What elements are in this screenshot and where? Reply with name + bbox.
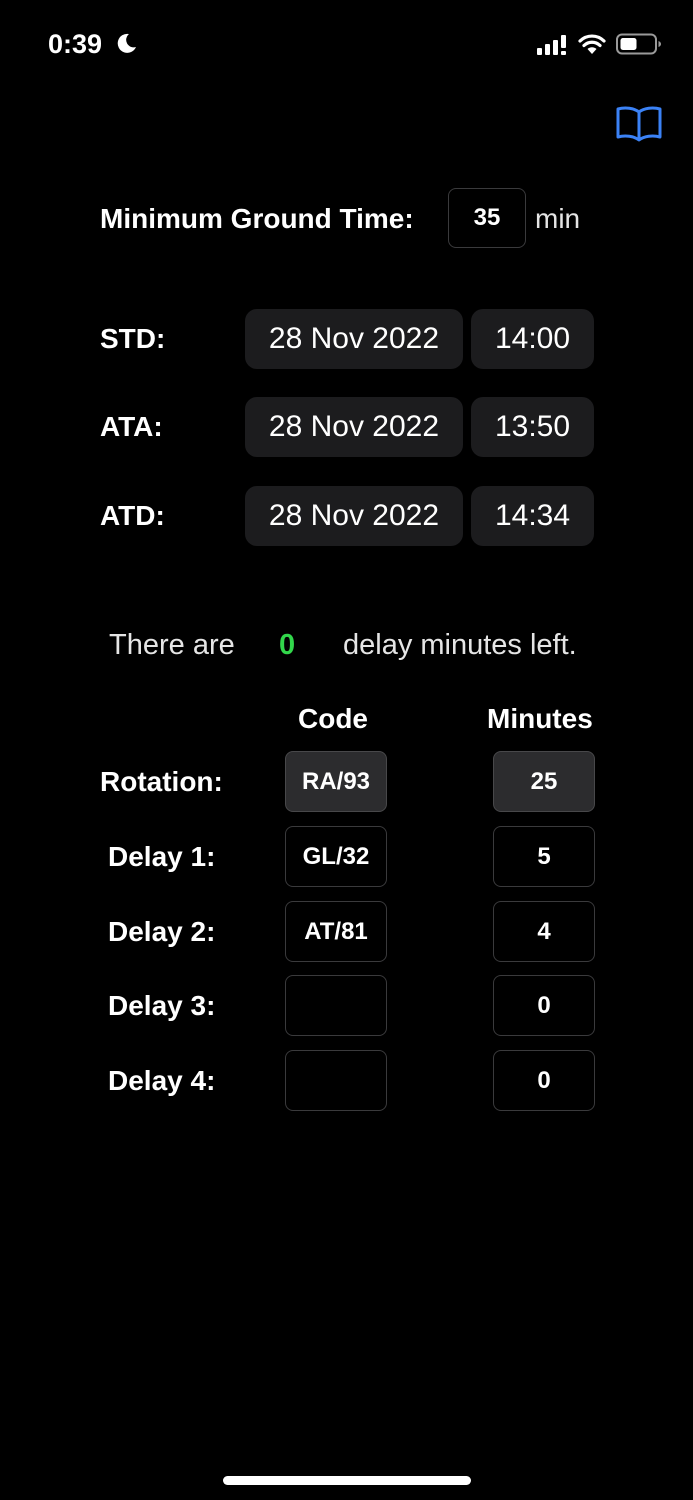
atd-label: ATD: bbox=[100, 500, 165, 531]
ata-date-picker[interactable]: 28 Nov 2022 bbox=[245, 397, 463, 457]
mgt-label: Minimum Ground Time: bbox=[100, 203, 414, 234]
delay-2-minutes-input[interactable]: 4 bbox=[493, 901, 595, 962]
status-time: 0:39 bbox=[48, 29, 103, 59]
home-indicator[interactable] bbox=[223, 1476, 471, 1485]
mgt-unit: min bbox=[535, 203, 581, 234]
std-label: STD: bbox=[100, 323, 166, 354]
cellular-signal-icon bbox=[537, 35, 566, 55]
delay-4-label: Delay 4: bbox=[108, 1065, 216, 1096]
delay-4-code-input[interactable] bbox=[285, 1050, 387, 1111]
std-date-picker[interactable]: 28 Nov 2022 bbox=[245, 309, 463, 369]
delay-1-label: Delay 1: bbox=[108, 841, 216, 872]
mgt-input[interactable]: 35 bbox=[448, 188, 526, 248]
rotation-minutes-input[interactable]: 25 bbox=[493, 751, 595, 812]
atd-date-picker[interactable]: 28 Nov 2022 bbox=[245, 486, 463, 546]
atd-time-picker[interactable]: 14:34 bbox=[471, 486, 594, 546]
delay-3-minutes-input[interactable]: 0 bbox=[493, 975, 595, 1036]
wifi-icon bbox=[578, 34, 606, 54]
delay-minutes-left-value: 0 bbox=[279, 629, 296, 661]
delay-4-minutes-input[interactable]: 0 bbox=[493, 1050, 595, 1111]
ata-time-picker[interactable]: 13:50 bbox=[471, 397, 594, 457]
rotation-label: Rotation: bbox=[100, 766, 223, 797]
moon-icon bbox=[117, 33, 136, 53]
std-time-picker[interactable]: 14:00 bbox=[471, 309, 594, 369]
delay-1-minutes-input[interactable]: 5 bbox=[493, 826, 595, 887]
delay-2-label: Delay 2: bbox=[108, 916, 216, 947]
delay-summary-prefix: There are bbox=[109, 629, 235, 661]
delay-3-label: Delay 3: bbox=[108, 990, 216, 1021]
code-column-header: Code bbox=[298, 703, 368, 734]
battery-icon bbox=[616, 33, 661, 55]
delay-3-code-input[interactable] bbox=[285, 975, 387, 1036]
book-icon[interactable] bbox=[616, 104, 662, 142]
minutes-column-header: Minutes bbox=[487, 703, 593, 734]
delay-1-code-input[interactable]: GL/32 bbox=[285, 826, 387, 887]
rotation-code-input[interactable]: RA/93 bbox=[285, 751, 387, 812]
ata-label: ATA: bbox=[100, 411, 163, 442]
delay-2-code-input[interactable]: AT/81 bbox=[285, 901, 387, 962]
delay-summary-suffix: delay minutes left. bbox=[343, 629, 577, 661]
